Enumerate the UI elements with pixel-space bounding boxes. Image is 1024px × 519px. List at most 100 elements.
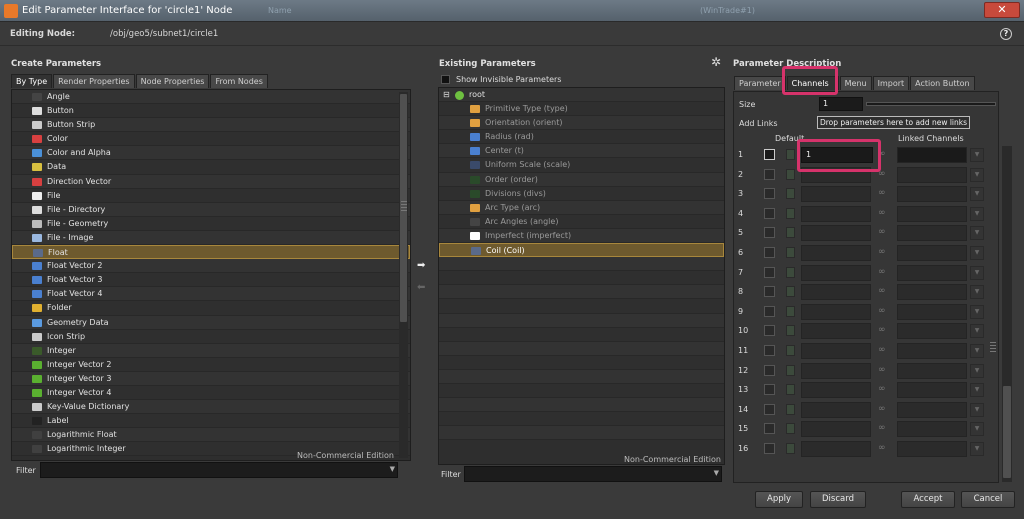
gear-icon[interactable]: ✲	[711, 55, 721, 69]
existing-filter-input[interactable]: ▼	[464, 466, 722, 482]
channel-default-value-input[interactable]	[801, 323, 871, 340]
create-list-item[interactable]: Logarithmic Float	[12, 428, 410, 443]
existing-parameter-item[interactable]: Arc Angles (angle)	[439, 214, 724, 229]
tab-parameter[interactable]: Parameter	[734, 76, 786, 90]
existing-parameters-tree[interactable]: ⊟ root Primitive Type (type) Orientation (o…	[438, 87, 725, 465]
chevron-down-icon[interactable]: ▼	[970, 383, 984, 398]
channel-enable-checkbox[interactable]	[764, 286, 775, 298]
chevron-down-icon[interactable]: ▼	[970, 324, 984, 339]
channel-default-value-input[interactable]	[801, 441, 871, 457]
link-icon[interactable]: ∞	[878, 208, 886, 218]
channel-enable-checkbox[interactable]	[764, 325, 775, 337]
create-list-item[interactable]: Integer Vector 3	[12, 371, 410, 386]
create-list-item[interactable]: Button	[12, 104, 410, 119]
create-list-item[interactable]: Float	[12, 245, 410, 260]
linked-channel-input[interactable]	[897, 362, 967, 379]
channel-enable-checkbox[interactable]	[764, 403, 775, 415]
tab-by-type[interactable]: By Type	[11, 74, 53, 88]
channel-default-value-input[interactable]	[801, 303, 871, 320]
drop-links-zone[interactable]: Drop parameters here to add new links	[817, 116, 970, 129]
create-filter-input[interactable]: ▼	[40, 462, 398, 478]
size-input[interactable]: 1	[819, 97, 863, 111]
existing-parameter-item[interactable]: Radius (rad)	[439, 130, 724, 145]
channel-enable-checkbox[interactable]	[764, 345, 775, 356]
create-list-item[interactable]: Key-Value Dictionary	[12, 400, 410, 415]
link-icon[interactable]: ∞	[878, 384, 886, 394]
chevron-down-icon[interactable]: ▼	[970, 363, 984, 378]
splitter-grip-icon[interactable]	[990, 342, 996, 352]
create-list-item[interactable]: Button Strip	[12, 118, 410, 133]
link-icon[interactable]: ∞	[878, 188, 886, 198]
create-list-item[interactable]: File - Geometry	[12, 216, 410, 231]
existing-parameter-item[interactable]: Primitive Type (type)	[439, 102, 724, 117]
link-icon[interactable]: ∞	[878, 345, 886, 355]
linked-channel-input[interactable]	[897, 166, 967, 183]
channel-enable-checkbox[interactable]	[764, 149, 775, 160]
existing-parameter-item[interactable]: Imperfect (imperfect)	[439, 228, 724, 244]
existing-parameter-item[interactable]: Divisions (divs)	[439, 186, 724, 201]
create-list-item[interactable]: Integer Vector 2	[12, 357, 410, 372]
channel-enable-checkbox[interactable]	[764, 266, 775, 278]
existing-parameter-item[interactable]: Orientation (orient)	[439, 116, 724, 131]
discard-button[interactable]: Discard	[810, 491, 866, 508]
channel-enable-checkbox[interactable]	[764, 384, 775, 396]
size-slider[interactable]	[866, 102, 996, 106]
tab-action-button[interactable]: Action Button	[910, 76, 975, 90]
channel-enable-checkbox[interactable]	[764, 364, 775, 376]
linked-channel-input[interactable]	[897, 205, 967, 222]
create-list-item[interactable]: Folder	[12, 301, 410, 316]
chevron-down-icon[interactable]: ▼	[970, 285, 984, 300]
chevron-down-icon[interactable]: ▼	[970, 422, 984, 437]
accept-button[interactable]: Accept	[901, 491, 955, 508]
channel-default-value-input[interactable]	[801, 186, 871, 203]
chevron-down-icon[interactable]: ▼	[970, 265, 984, 280]
linked-channel-input[interactable]	[897, 401, 967, 418]
link-icon[interactable]: ∞	[878, 365, 886, 375]
link-icon[interactable]: ∞	[878, 267, 886, 277]
tab-from-nodes[interactable]: From Nodes	[210, 74, 268, 88]
tab-menu[interactable]: Menu	[839, 76, 872, 90]
linked-channel-input[interactable]	[897, 264, 967, 281]
create-list-item[interactable]: Direction Vector	[12, 174, 410, 189]
channel-default-value-input[interactable]	[801, 225, 871, 242]
create-list-item[interactable]: Color	[12, 132, 410, 147]
channel-default-value-input[interactable]	[801, 343, 871, 359]
chevron-down-icon[interactable]: ▼	[970, 206, 984, 221]
channel-default-value-input[interactable]	[801, 362, 871, 379]
create-list-item[interactable]: Color and Alpha	[12, 146, 410, 161]
show-invisible-checkbox[interactable]	[441, 75, 450, 84]
chevron-down-icon[interactable]: ▼	[970, 344, 984, 358]
linked-channel-input[interactable]	[897, 382, 967, 399]
channel-enable-checkbox[interactable]	[764, 188, 775, 200]
link-icon[interactable]: ∞	[878, 443, 886, 453]
linked-channel-input[interactable]	[897, 323, 967, 340]
chevron-down-icon[interactable]: ▼	[970, 148, 984, 162]
tree-root-item[interactable]: ⊟ root	[439, 88, 724, 103]
existing-parameter-item[interactable]: Center (t)	[439, 144, 724, 159]
create-list-item[interactable]: Data	[12, 160, 410, 175]
help-icon[interactable]: ?	[1000, 28, 1012, 40]
channel-default-value-input[interactable]	[801, 421, 871, 438]
channel-enable-checkbox[interactable]	[764, 423, 775, 435]
create-list-item[interactable]: Angle	[12, 90, 410, 105]
linked-channel-input[interactable]	[897, 147, 967, 163]
chevron-down-icon[interactable]: ▼	[390, 465, 395, 473]
channel-enable-checkbox[interactable]	[764, 227, 775, 239]
existing-parameter-item[interactable]: Coil (Coil)	[439, 243, 724, 258]
chevron-down-icon[interactable]: ▼	[970, 167, 984, 182]
create-list-item[interactable]: Label	[12, 414, 410, 429]
create-list-item[interactable]: Float Vector 3	[12, 273, 410, 288]
tab-node-properties[interactable]: Node Properties	[135, 74, 210, 88]
channel-enable-checkbox[interactable]	[764, 168, 775, 180]
link-icon[interactable]: ∞	[878, 227, 886, 237]
channel-default-value-input[interactable]	[801, 205, 871, 222]
chevron-down-icon[interactable]: ▼	[970, 442, 984, 456]
create-list-item[interactable]: Float Vector 2	[12, 259, 410, 274]
linked-channel-input[interactable]	[897, 225, 967, 242]
linked-channel-input[interactable]	[897, 303, 967, 320]
chevron-down-icon[interactable]: ▼	[970, 226, 984, 241]
channel-default-value-input[interactable]	[801, 284, 871, 301]
linked-channel-input[interactable]	[897, 284, 967, 301]
remove-parameter-arrow-icon[interactable]: ⬅	[417, 282, 425, 293]
chevron-down-icon[interactable]: ▼	[970, 246, 984, 260]
